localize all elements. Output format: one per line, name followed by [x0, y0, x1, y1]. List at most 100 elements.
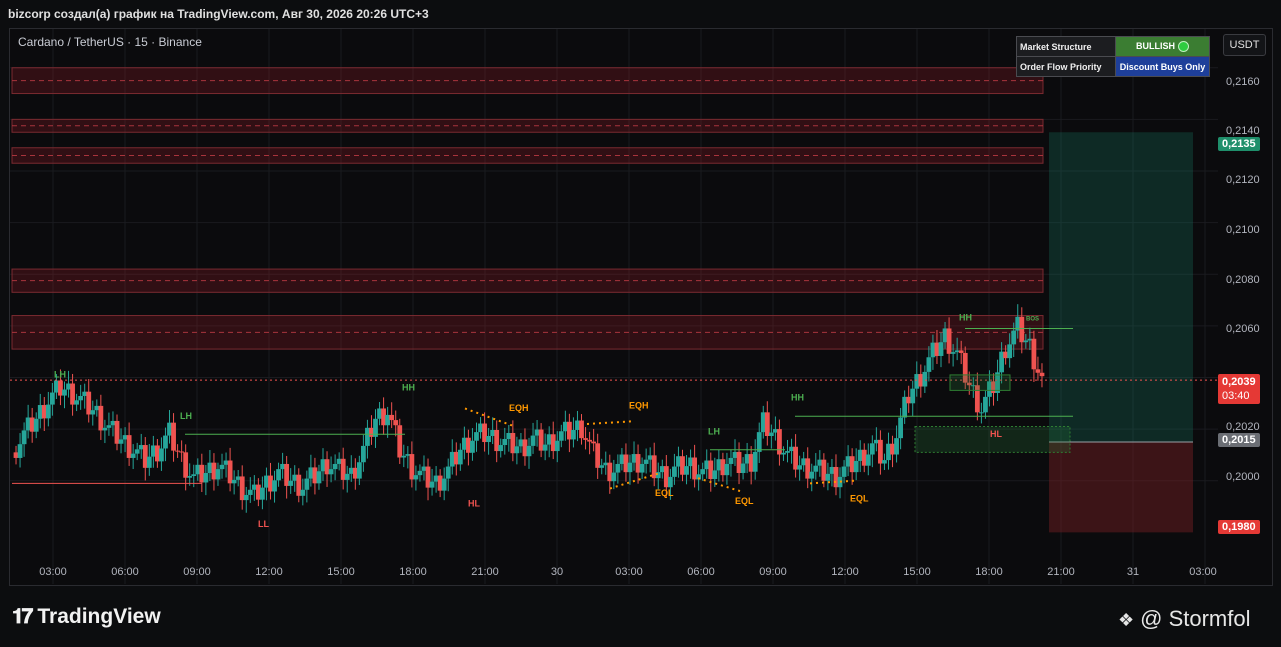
x-tick-label: 12:00	[255, 566, 283, 578]
candle-body	[869, 443, 875, 455]
structure-label: EQL	[850, 493, 869, 503]
candle-body	[825, 473, 831, 481]
candle-body	[587, 439, 592, 442]
candle-body	[272, 480, 277, 492]
candle-body	[474, 432, 479, 441]
candle-body	[260, 487, 265, 500]
candle-body	[187, 476, 193, 478]
candle-body	[1011, 330, 1017, 345]
x-tick-label: 15:00	[327, 566, 355, 578]
candle-body	[304, 478, 310, 490]
structure-label: HH	[959, 313, 972, 323]
y-tick-label: 0,2000	[1226, 471, 1260, 483]
brand-name: TradingView	[37, 605, 161, 628]
structure-label: EQH	[509, 403, 529, 413]
candle-body	[591, 441, 597, 444]
candle-body	[768, 432, 774, 436]
candle-body	[756, 432, 762, 452]
candle-body	[809, 471, 815, 479]
candle-body	[841, 466, 847, 477]
structure-label: EQL	[655, 488, 674, 498]
y-tick-label: 0,2120	[1226, 174, 1260, 186]
candle-body	[983, 396, 988, 413]
candle-body	[417, 470, 423, 476]
candle-body	[33, 418, 39, 432]
candle-body	[595, 443, 601, 468]
candle-body	[542, 444, 548, 451]
candle-body	[74, 400, 80, 405]
y-tick-label: 0,2080	[1226, 274, 1260, 286]
x-tick-label: 06:00	[111, 566, 139, 578]
candle-body	[926, 357, 932, 372]
candle-body	[215, 469, 221, 480]
y-tick-label: 0,2160	[1226, 76, 1260, 88]
x-tick-label: 03:00	[1189, 566, 1217, 578]
stop-price-tag: 0,1980	[1218, 520, 1260, 534]
x-tick-label: 18:00	[399, 566, 427, 578]
candle-body	[106, 425, 112, 428]
candle-body	[946, 328, 952, 354]
structure-label: HH	[402, 382, 415, 392]
candle-body	[183, 452, 189, 478]
candle-body	[639, 463, 645, 473]
chart-header: bizcorp создал(а) график на TradingView.…	[8, 7, 429, 21]
candle-body	[171, 422, 176, 451]
candle-body	[134, 449, 140, 454]
structure-label: HH	[791, 393, 804, 403]
x-tick-label: 03:00	[615, 566, 643, 578]
x-tick-label: 06:00	[687, 566, 715, 578]
candle-body	[102, 427, 108, 431]
candle-body	[898, 417, 904, 439]
candle-body	[1031, 338, 1037, 370]
candle-body	[777, 429, 782, 455]
structure-label: EQH	[629, 400, 649, 410]
chart-plot[interactable]: LH LH HH LL HL EQH EQH EQL EQL LH HH EQL HH HL BOS	[10, 29, 1218, 584]
candle-body	[894, 438, 899, 455]
author-watermark: ❖ @ Stormfol	[1118, 606, 1251, 632]
tradingview-logo[interactable]: 𝟏𝟕 TradingView	[12, 605, 161, 629]
candle-body	[163, 435, 168, 449]
candle-body	[667, 476, 673, 488]
currency-button[interactable]: USDT	[1223, 34, 1266, 56]
y-tick-label: 0,2020	[1226, 421, 1260, 433]
price-axis[interactable]	[1218, 28, 1273, 586]
candle-body	[526, 445, 532, 457]
candle-body	[599, 465, 605, 468]
candle-body	[700, 469, 706, 475]
x-tick-label: 09:00	[183, 566, 211, 578]
equal-level-line	[464, 407, 516, 428]
candle-body	[571, 429, 576, 440]
current-price: 0,2039	[1222, 376, 1256, 388]
y-tick-label: 0,2100	[1226, 224, 1260, 236]
candle-body	[558, 431, 564, 441]
candle-body	[502, 439, 508, 446]
author-name: @ Stormfol	[1140, 606, 1251, 631]
equal-level-line	[586, 420, 633, 425]
candle-body	[441, 478, 447, 491]
symbol-title[interactable]: Cardano / TetherUS · 15 · Binance	[18, 35, 202, 49]
candle-body	[910, 388, 916, 404]
candle-body	[1019, 316, 1025, 343]
x-tick-label: 30	[550, 566, 564, 578]
candle-body	[554, 440, 560, 452]
candle-body	[62, 389, 67, 396]
profit-zone	[1049, 132, 1193, 443]
x-tick-label: 12:00	[831, 566, 859, 578]
candle-body	[159, 448, 164, 462]
candle-body	[191, 474, 197, 477]
candle-body	[393, 420, 399, 426]
demand-zone	[949, 374, 1011, 391]
candle-body	[179, 451, 185, 453]
x-tick-label: 21:00	[1047, 566, 1075, 578]
order-flow-value: Discount Buys Only	[1115, 56, 1210, 77]
tradingview-logo-icon: 𝟏𝟕	[12, 605, 33, 628]
candle-body	[712, 470, 718, 480]
candle-body	[740, 463, 746, 473]
x-tick-label: 09:00	[759, 566, 787, 578]
structure-label: BOS	[1026, 317, 1039, 323]
candle-body	[332, 463, 338, 470]
candle-body	[247, 489, 253, 495]
candle-body	[1007, 344, 1013, 359]
order-flow-label: Order Flow Priority	[1016, 56, 1116, 77]
market-structure-table: Market Structure BULLISH Order Flow Prio…	[1016, 36, 1210, 77]
